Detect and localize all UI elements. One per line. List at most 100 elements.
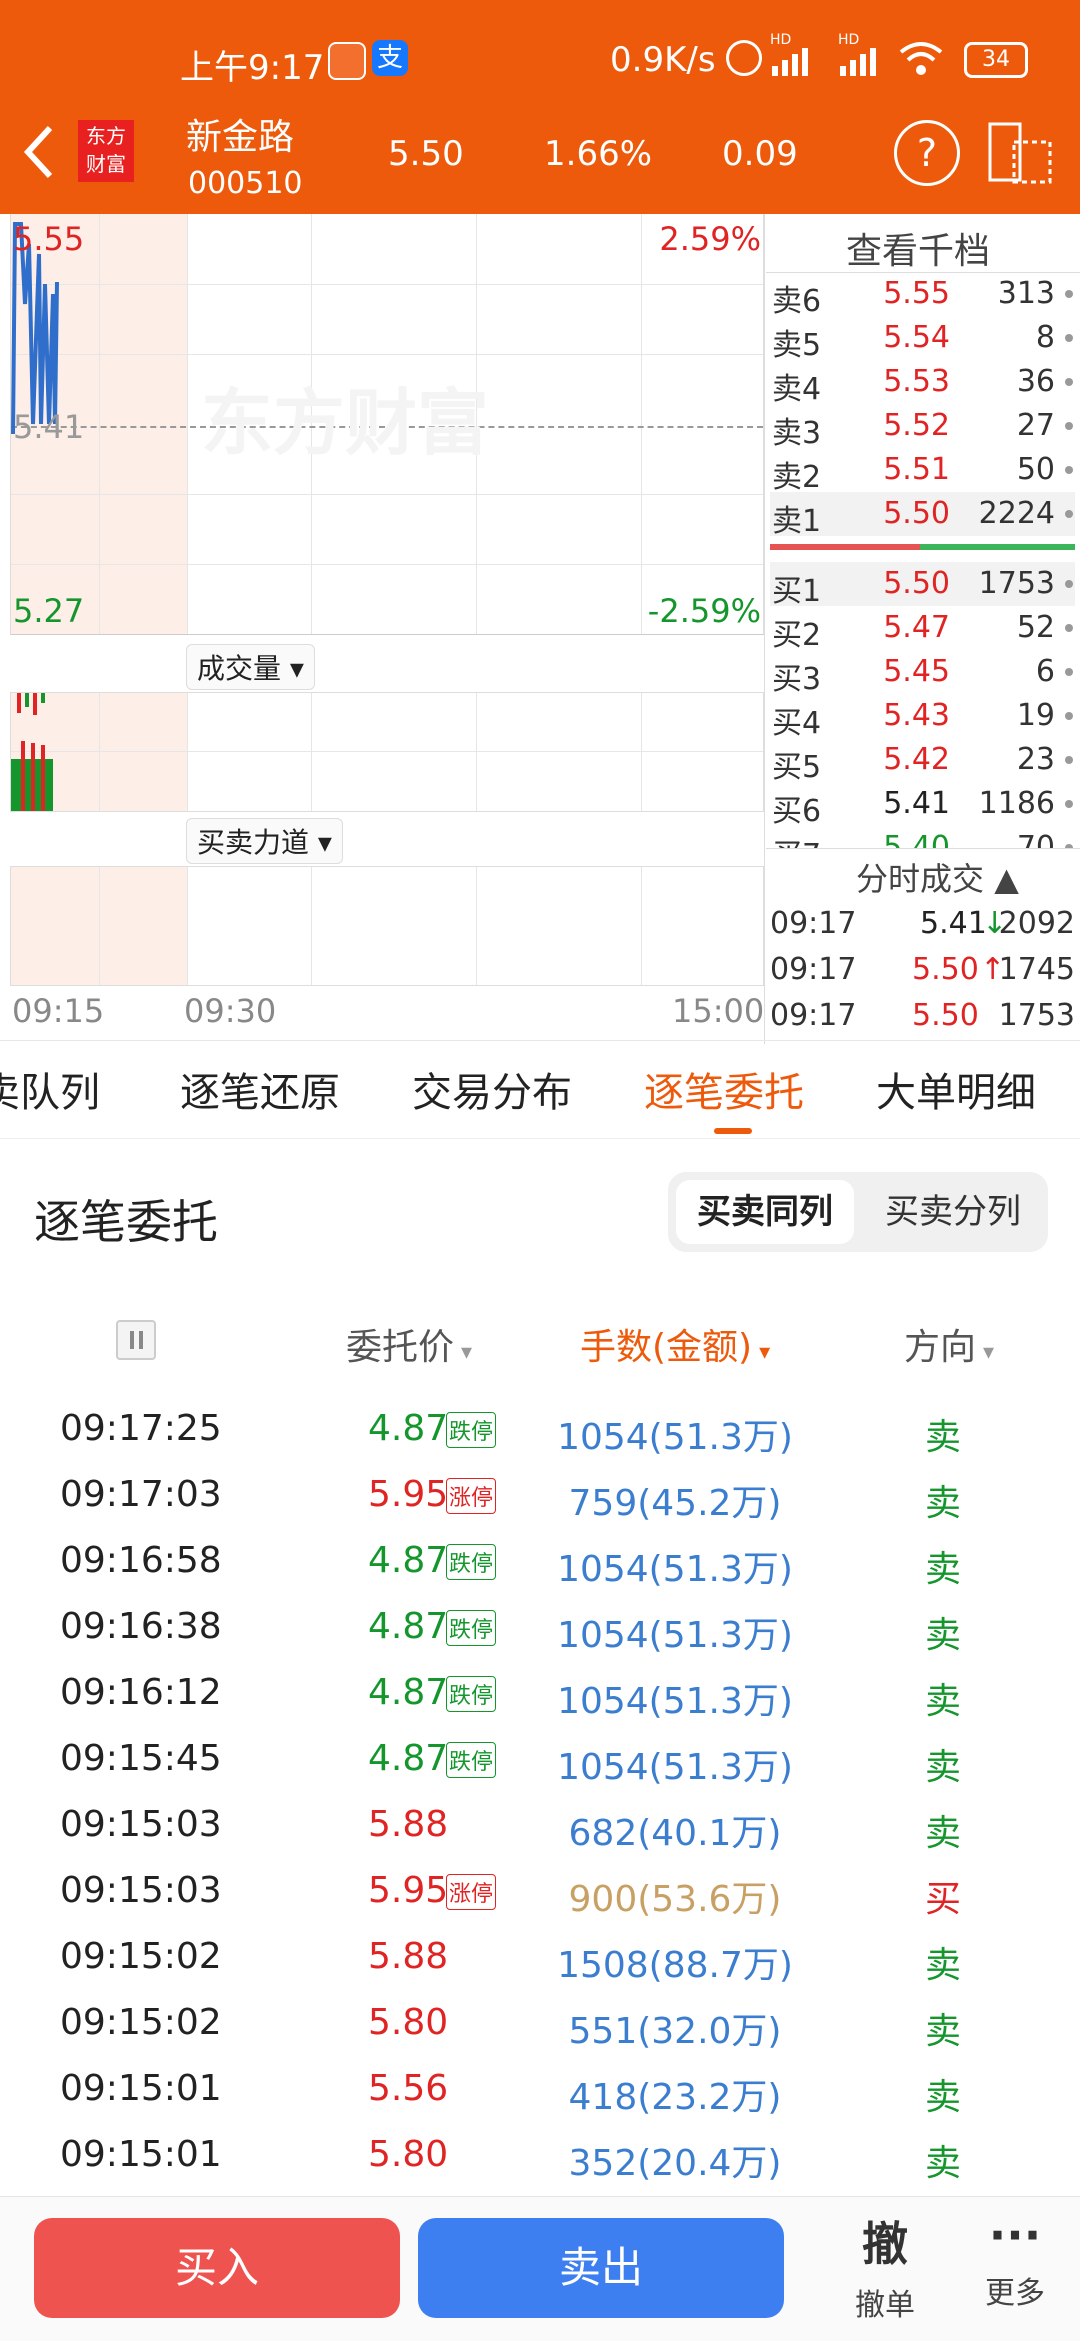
dot-icon [1065,466,1073,474]
top-bar: 上午9:17 支 0.9K/s HD HD 34 东方财富 新金路 000510… [0,0,1080,214]
row-direction: 卖 [925,1483,962,1524]
table-row[interactable]: 09:16:12 4.87 跌停 1054(51.3万) 卖 [0,1660,1080,1726]
more-button[interactable]: ··· 更多 [970,2208,1060,2312]
sell-level-5[interactable]: 卖5 5.54 8 [770,316,1075,363]
split-column-button[interactable]: 买卖分列 [864,1180,1042,1244]
row-time: 09:15:02 [60,1936,222,1977]
level-volume: 36 [1016,364,1055,399]
tab-order-by-order[interactable]: 逐笔委托 [644,1060,804,1118]
col-direction-header[interactable]: 方向 ▾ [904,1318,994,1370]
row-time: 09:15:01 [60,2068,222,2109]
limit-badge: 跌停 [446,1544,497,1580]
level-volume: 1753 [978,566,1055,601]
buy-level-5[interactable]: 买5 5.42 23 [770,738,1075,785]
battery-icon: 34 [964,42,1028,78]
row-price: 4.87 [368,1738,449,1779]
sell-button[interactable]: 卖出 [418,2218,784,2318]
force-selector[interactable]: 买卖力道 ▾ [186,818,343,864]
level-volume: 52 [1016,610,1055,645]
row-time: 09:17:25 [60,1408,222,1449]
sell-level-6[interactable]: 卖6 5.55 313 [770,272,1075,319]
app-logo: 东方财富 [78,120,134,182]
col-price-header[interactable]: 委托价 ▾ [346,1318,472,1370]
table-row[interactable]: 09:17:03 5.95 涨停 759(45.2万) 卖 [0,1462,1080,1528]
ticks-title: 分时成交 [856,860,985,898]
stock-name[interactable]: 新金路 [186,108,294,160]
same-column-button[interactable]: 买卖同列 [676,1180,854,1244]
chart-area[interactable]: 东方财富 5.55 5.41 5.27 2.59% -2.59% 成交量 ▾ 买… [0,214,765,1044]
row-amount: 1054(51.3万) [557,1681,793,1722]
table-row[interactable]: 09:16:38 4.87 跌停 1054(51.3万) 卖 [0,1594,1080,1660]
level-label: 卖1 [772,504,822,539]
dot-icon [1065,422,1073,430]
buy-button[interactable]: 买入 [34,2218,400,2318]
table-row[interactable]: 09:15:03 5.95 涨停 900(53.6万) 买 [0,1858,1080,1924]
force-chart [10,866,764,986]
sell-level-4[interactable]: 卖4 5.53 36 [770,360,1075,407]
y-axis-mid: 5.41 [13,408,85,446]
sell-level-2[interactable]: 卖2 5.51 50 [770,448,1075,495]
table-row[interactable]: 09:17:25 4.87 跌停 1054(51.3万) 卖 [0,1396,1080,1462]
table-row[interactable]: 09:15:01 5.80 352(20.4万) 卖 [0,2122,1080,2188]
level-price: 5.43 [883,698,950,733]
row-amount: 1508(88.7万) [557,1945,793,1986]
row-amount: 418(23.2万) [568,2077,782,2118]
pct-axis-bottom: -2.59% [647,592,761,630]
table-row[interactable]: 09:15:02 5.80 551(32.0万) 卖 [0,1990,1080,2056]
tick-price: 5.50 [912,952,979,987]
sell-level-1[interactable]: 卖1 5.50 2224 [770,492,1075,539]
col-amount-header[interactable]: 手数(金额) ▾ [580,1318,770,1370]
table-row[interactable]: 09:16:58 4.87 跌停 1054(51.3万) 卖 [0,1528,1080,1594]
col-amount-label: 手数(金额) [580,1327,753,1368]
switch-screen-icon[interactable] [986,120,1056,186]
tab-trade-distribution[interactable]: 交易分布 [412,1060,572,1118]
buy-level-7[interactable]: 买7 5.40 70 [770,826,1075,848]
level-label: 卖6 [772,284,822,319]
tab-trade-restore[interactable]: 逐笔还原 [180,1060,340,1118]
level-label: 买6 [772,794,822,829]
volume-selector[interactable]: 成交量 ▾ [186,644,315,690]
more-icon: ··· [988,2208,1042,2262]
dot-icon [1065,624,1073,632]
table-row[interactable]: 09:15:45 4.87 跌停 1054(51.3万) 卖 [0,1726,1080,1792]
sell-level-3[interactable]: 卖3 5.52 27 [770,404,1075,451]
row-direction: 买 [925,1879,962,1920]
buy-level-6[interactable]: 买6 5.41 1186 [770,782,1075,829]
dot-icon [1065,580,1073,588]
buy-level-3[interactable]: 买3 5.45 6 [770,650,1075,697]
help-icon[interactable]: ? [894,120,960,186]
volume-bars [11,693,53,811]
row-price: 4.87 [368,1408,449,1449]
back-icon[interactable] [20,122,60,182]
row-direction: 卖 [925,2143,962,2184]
cancel-label: 撤单 [855,2288,915,2323]
orderbook-title[interactable]: 查看千档 [846,222,990,274]
watermark: 东方财富 [201,381,490,465]
row-time: 09:15:03 [60,1804,222,1845]
level-volume: 23 [1016,742,1055,777]
row-direction: 卖 [925,1747,962,1788]
row-price: 5.88 [368,1804,449,1845]
volume-chart [10,692,764,812]
x-axis-end: 15:00 [672,992,765,1030]
level-volume: 1186 [978,786,1055,821]
limit-badge: 跌停 [446,1742,497,1778]
table-row[interactable]: 09:15:02 5.88 1508(88.7万) 卖 [0,1924,1080,1990]
table-row[interactable]: 09:15:03 5.88 682(40.1万) 卖 [0,1792,1080,1858]
tab-large-orders[interactable]: 大单明细 [876,1060,1036,1118]
cancel-order-button[interactable]: 撤 撤单 [840,2208,930,2324]
row-price: 5.80 [368,2002,449,2043]
table-row[interactable]: 09:15:01 5.56 418(23.2万) 卖 [0,2056,1080,2122]
buy-level-4[interactable]: 买4 5.43 19 [770,694,1075,741]
buy-level-2[interactable]: 买2 5.47 52 [770,606,1075,653]
dot-icon [1065,378,1073,386]
tick-time: 09:17 [770,998,857,1033]
limit-badge: 涨停 [446,1478,497,1514]
limit-badge: 跌停 [446,1412,497,1448]
ticks-header[interactable]: 分时成交 ▲ [856,854,1019,900]
level-label: 买1 [772,574,822,609]
buy-level-1[interactable]: 买1 5.50 1753 [770,562,1075,609]
row-time: 09:16:38 [60,1606,222,1647]
tab-sell-queue[interactable]: 卖队列 [0,1060,100,1118]
pause-icon[interactable] [116,1320,156,1360]
